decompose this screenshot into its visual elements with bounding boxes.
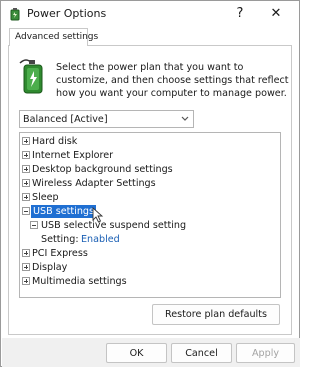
- tree-item-label: Display: [32, 262, 68, 273]
- tree-item-usb-selective-suspend[interactable]: USB selective suspend setting: [20, 219, 280, 232]
- ok-button-label: OK: [129, 348, 144, 359]
- ok-button[interactable]: OK: [106, 343, 167, 363]
- expand-icon[interactable]: [22, 249, 30, 257]
- tree-item-label: Desktop background settings: [32, 164, 173, 175]
- chevron-down-icon: [181, 116, 189, 121]
- setting-value-link[interactable]: Enabled: [81, 233, 120, 246]
- expand-icon[interactable]: [22, 193, 30, 201]
- tree-item-hard-disk[interactable]: Hard disk: [20, 135, 280, 148]
- collapse-icon[interactable]: [22, 207, 30, 215]
- window-title: Power Options: [27, 7, 107, 20]
- expand-icon[interactable]: [22, 263, 30, 271]
- tree-item-label: Wireless Adapter Settings: [32, 178, 156, 189]
- apply-button[interactable]: Apply: [236, 343, 295, 363]
- tree-item-display[interactable]: Display: [20, 261, 280, 274]
- cancel-button[interactable]: Cancel: [171, 343, 232, 363]
- tree-item-internet-explorer[interactable]: Internet Explorer: [20, 149, 280, 162]
- expand-icon[interactable]: [22, 165, 30, 173]
- settings-tree[interactable]: Hard disk Internet Explorer Desktop back…: [19, 132, 281, 298]
- restore-button-label: Restore plan defaults: [165, 309, 267, 320]
- tree-item-wireless-adapter[interactable]: Wireless Adapter Settings: [20, 177, 280, 190]
- tree-item-multimedia-settings[interactable]: Multimedia settings: [20, 275, 280, 288]
- tab-label: Advanced settings: [15, 32, 99, 42]
- help-button[interactable]: ?: [229, 4, 251, 24]
- tree-item-label: Sleep: [32, 192, 59, 203]
- expand-icon[interactable]: [22, 151, 30, 159]
- restore-plan-defaults-button[interactable]: Restore plan defaults: [152, 304, 280, 325]
- apply-button-label: Apply: [251, 348, 280, 359]
- power-options-dialog: Power Options ? ✕ Advanced settings Sele…: [0, 0, 300, 367]
- tree-item-setting-value[interactable]: Setting: Enabled: [20, 233, 280, 246]
- cancel-button-label: Cancel: [185, 348, 218, 359]
- close-button[interactable]: ✕: [263, 4, 289, 24]
- setting-label: Setting:: [41, 234, 79, 245]
- tree-item-desktop-background[interactable]: Desktop background settings: [20, 163, 280, 176]
- tree-item-label: USB selective suspend setting: [41, 220, 187, 231]
- power-options-app-icon: [10, 8, 20, 21]
- tree-item-sleep[interactable]: Sleep: [20, 191, 280, 204]
- collapse-icon[interactable]: [30, 221, 38, 229]
- expand-icon[interactable]: [22, 277, 30, 285]
- tree-item-pci-express[interactable]: PCI Express: [20, 247, 280, 260]
- expand-icon[interactable]: [22, 179, 30, 187]
- battery-plug-icon: [19, 59, 43, 94]
- tab-advanced-settings[interactable]: Advanced settings: [9, 28, 98, 46]
- tree-item-label: Multimedia settings: [32, 276, 127, 287]
- plan-dropdown-value: Balanced [Active]: [23, 114, 108, 125]
- tree-item-label: PCI Express: [32, 248, 88, 259]
- plan-description: Select the power plan that you want to c…: [56, 62, 289, 99]
- tree-item-label: Hard disk: [32, 136, 78, 147]
- mouse-cursor-icon: [92, 207, 104, 223]
- expand-icon[interactable]: [22, 137, 30, 145]
- title-bar: Power Options ? ✕: [1, 1, 299, 27]
- tree-item-usb-settings[interactable]: USB settings: [20, 205, 280, 218]
- plan-dropdown[interactable]: Balanced [Active]: [19, 110, 194, 128]
- tree-item-label: Internet Explorer: [32, 150, 114, 161]
- tree-item-label-selected: USB settings: [31, 205, 97, 218]
